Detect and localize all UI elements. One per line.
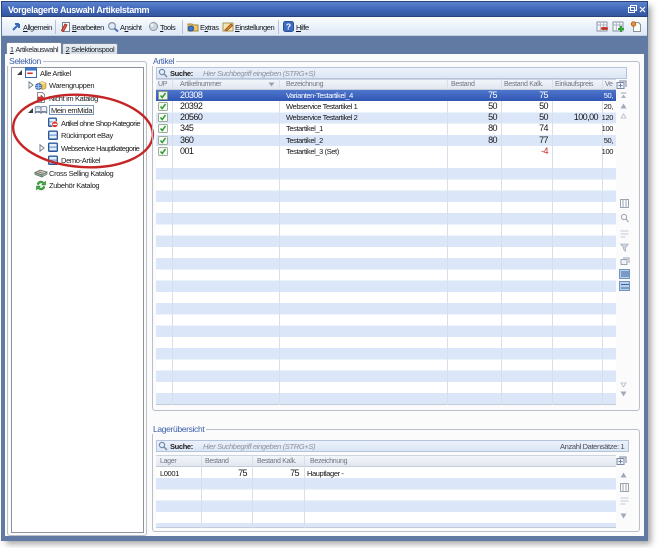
svg-text:?: ? [286,22,291,32]
